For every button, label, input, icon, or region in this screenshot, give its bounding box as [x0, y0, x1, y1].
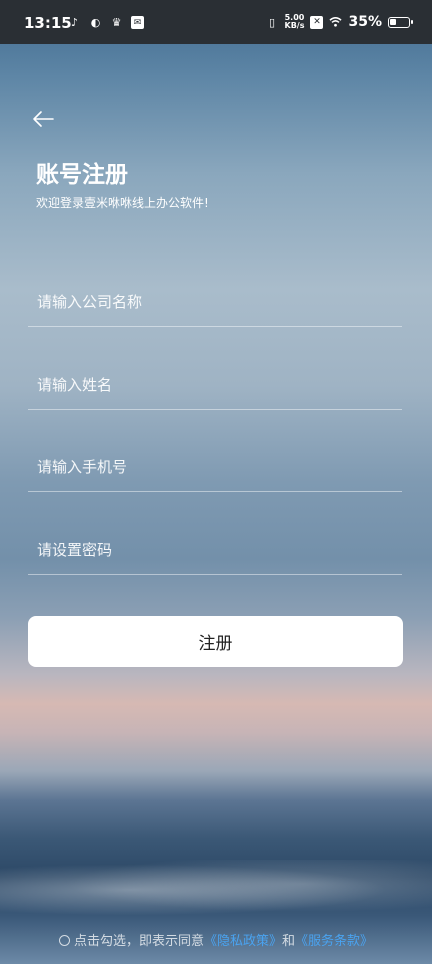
arrow-left-icon	[33, 111, 54, 127]
password-field	[28, 519, 402, 575]
register-button[interactable]: 注册	[28, 616, 403, 667]
status-bar: 13:15 ♪ ◐ ♛ ✉ ▯ 5.00 KB/s ✕ 35%	[0, 0, 432, 44]
no-sim-icon: ✕	[310, 15, 324, 29]
status-right: ▯ 5.00 KB/s ✕ 35%	[266, 14, 413, 30]
ocean-waves	[0, 860, 432, 920]
battery-percent: 35%	[348, 14, 382, 30]
password-input[interactable]	[28, 519, 402, 574]
agreement-prefix: 点击勾选，即表示同意	[73, 934, 204, 949]
vibrate-icon: ▯	[268, 15, 276, 29]
company-field	[28, 271, 402, 327]
wifi-icon	[329, 16, 343, 29]
message-icon: ✉	[131, 16, 144, 29]
agreement-row: 点击勾选，即表示同意《隐私政策》和《服务条款》	[0, 930, 432, 949]
page-title: 账号注册	[36, 162, 128, 188]
status-time: 13:15	[24, 14, 72, 32]
page-subtitle: 欢迎登录壹米咻咻线上办公软件!	[36, 196, 209, 210]
back-button[interactable]	[32, 110, 60, 134]
battery-icon	[388, 16, 413, 28]
status-notification-icons: ♪ ◐ ♛ ✉	[68, 16, 144, 29]
agreement-connector: 和	[282, 934, 296, 949]
phone-field	[28, 436, 402, 492]
privacy-policy-link[interactable]: 《隐私政策》	[204, 934, 282, 949]
name-field	[28, 354, 402, 410]
agreement-checkbox[interactable]	[58, 935, 70, 946]
net-speed-unit: KB/s	[284, 21, 305, 30]
crown-icon: ♛	[111, 16, 122, 29]
tiktok-icon: ♪	[70, 16, 79, 29]
company-input[interactable]	[28, 271, 402, 326]
terms-of-service-link[interactable]: 《服务条款》	[295, 934, 373, 949]
name-input[interactable]	[28, 354, 402, 409]
phone-input[interactable]	[28, 436, 402, 491]
app-notification-icon: ◐	[90, 16, 101, 29]
net-speed: 5.00 KB/s	[285, 14, 305, 30]
